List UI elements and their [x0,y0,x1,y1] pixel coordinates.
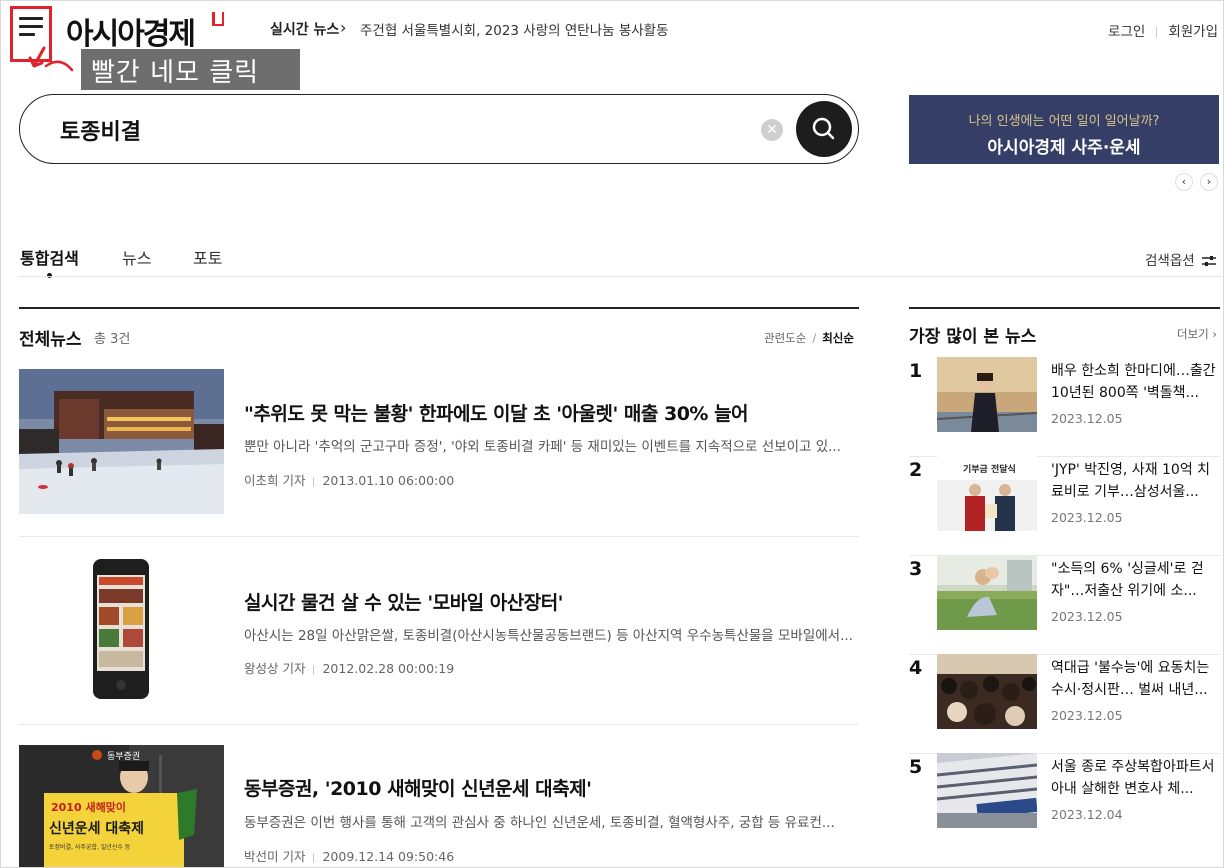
list-item[interactable]: 실시간 물건 살 수 있는 '모바일 아산장터' 아산시는 28일 아산맑은쌀,… [19,537,859,725]
article-date: 2009.12.14 09:50:46 [322,849,455,864]
article-date: 2013.01.10 06:00:00 [322,473,455,488]
sort-separator: / [812,331,817,345]
divider [313,664,315,675]
article-thumbnail[interactable] [19,557,224,702]
section-divider [19,307,859,309]
caption-text: 기부금 전달식 [963,463,1016,475]
clear-search-button[interactable]: ✕ [761,119,783,141]
article-title[interactable]: 동부증권, '2010 새해맞이 신년운세 대축제' [244,774,592,801]
tab-integrated[interactable]: 통합검색 [20,245,79,269]
article-thumbnail[interactable]: 동부증권 2010 새해맞이 신년운세 대축제 토정비결, 사주궁합, 일년신수… [19,745,224,868]
article-title[interactable]: "추위도 못 막는 불황' 한파에도 이달 초 '아울렛' 매출 30% 늘어 [244,399,749,426]
sign-text: 동부증권 [107,750,140,762]
search-options-button[interactable]: 검색옵션 [1145,249,1217,269]
instruction-annotation: 빨간 네모 클릭 [81,49,300,90]
popular-date: 2023.12.05 [1051,708,1123,723]
popular-date: 2023.12.04 [1051,807,1123,822]
account-links: 로그인 회원가입 [1108,20,1218,40]
popular-headline[interactable]: 배우 한소희 한마디에…출간 10년된 800쪽 '벽돌책... [1051,360,1219,404]
divider [1156,26,1158,38]
popular-item[interactable]: 5 서울 종로 주상복합아파트서 아내 살해한 변호사 체... 2023.12… [909,753,1220,853]
popular-thumbnail[interactable] [937,555,1037,630]
sort-latest[interactable]: 최신순 [822,331,854,345]
rank-number: 4 [909,657,923,679]
result-count: 총 3건 [94,332,131,347]
rank-number: 5 [909,756,923,778]
logo-mark-icon [212,12,224,26]
article-meta: 이초희 기자 2013.01.10 06:00:00 [244,470,454,489]
banner-next-button[interactable]: › [1200,173,1218,191]
popular-item[interactable]: 4 역대급 '불수능'에 요동치는 수시·정시판… 벌써 내년... 2023.… [909,654,1220,754]
article-summary: 뿐만 아니라 '추억의 군고구마 증정', '야외 토종비결 카페' 등 재미있… [244,439,842,455]
search-options-label: 검색옵션 [1145,253,1195,269]
search-input[interactable] [60,114,720,146]
search-icon [812,117,835,140]
search-button[interactable] [796,101,852,157]
popular-headline[interactable]: "소득의 6% '싱글세'로 걷자"…저출산 위기에 소... [1051,558,1219,602]
fortune-ad-banner[interactable]: 나의 인생에는 어떤 일이 일어날까? 아시아경제 사주·운세 [909,95,1219,164]
section-divider [909,307,1220,309]
article-thumbnail[interactable] [19,369,224,514]
article-meta: 박선미 기자 2009.12.14 09:50:46 [244,846,454,865]
signup-link[interactable]: 회원가입 [1168,24,1218,40]
popular-thumbnail[interactable]: 기부금 전달식 [937,456,1037,531]
popular-headline[interactable]: 역대급 '불수능'에 요동치는 수시·정시판… 벌써 내년... [1051,657,1219,701]
article-meta: 왕성상 기자 2012.02.28 00:00:19 [244,658,454,677]
hamburger-menu-icon[interactable] [19,17,43,37]
board-sub-text: 토정비결, 사주궁합, 일년신수 등 [49,843,131,851]
list-item[interactable]: "추위도 못 막는 불황' 한파에도 이달 초 '아울렛' 매출 30% 늘어 … [19,369,859,537]
popular-headline[interactable]: 서울 종로 주상복합아파트서 아내 살해한 변호사 체... [1051,756,1219,800]
divider [313,476,315,487]
site-logo[interactable]: 아시아경제 [66,9,196,53]
popular-date: 2023.12.05 [1051,411,1123,426]
article-reporter: 박선미 기자 [244,849,306,864]
article-summary: 아산시는 28일 아산맑은쌀, 토종비결(아산시농특산물공동브랜드) 등 아산지… [244,628,853,644]
popular-item[interactable]: 3 "소득의 6% '싱글세'로 걷자"…저출산 위기에 소... 2023.1… [909,555,1220,655]
article-title[interactable]: 실시간 물건 살 수 있는 '모바일 아산장터' [244,588,564,615]
list-item[interactable]: 동부증권 2010 새해맞이 신년운세 대축제 토정비결, 사주궁합, 일년신수… [19,745,859,868]
popular-headline[interactable]: 'JYP' 박진영, 사재 10억 치료비로 기부…삼성서울... [1051,459,1219,503]
section-title: 전체뉴스 [19,330,82,350]
rank-number: 3 [909,558,923,580]
popular-date: 2023.12.05 [1051,510,1123,525]
search-bar: ✕ [19,94,859,164]
sort-options: 관련도순 / 최신순 [764,330,854,346]
rank-number: 1 [909,360,923,382]
popular-thumbnail[interactable] [937,357,1037,432]
popular-news-title: 가장 많이 본 뉴스 [909,327,1037,347]
popular-date: 2023.12.05 [1051,609,1123,624]
realtime-news-label[interactable]: 실시간 뉴스 [270,19,339,39]
realtime-headline-link[interactable]: 주건협 서울특별시회, 2023 사랑의 연탄나눔 봉사활동 [360,19,669,39]
banner-prev-button[interactable]: ‹ [1175,173,1193,191]
banner-subtitle: 나의 인생에는 어떤 일이 일어날까? [968,114,1160,129]
chevron-right-icon: › [340,18,347,37]
article-summary: 동부증권은 이번 행사를 통해 고객의 관심사 중 하나인 신년운세, 토종비결… [244,815,835,831]
article-date: 2012.02.28 00:00:19 [322,661,455,676]
rank-number: 2 [909,459,923,481]
article-reporter: 왕성상 기자 [244,661,306,676]
tab-divider [19,276,1224,277]
sliders-icon [1202,256,1216,266]
board-year-text: 2010 새해맞이 [51,800,126,814]
popular-item[interactable]: 2 기부금 전달식 'JYP' 박진영, 사재 10억 치료비로 기부…삼성서울… [909,456,1220,556]
popular-thumbnail[interactable] [937,654,1037,729]
popular-item[interactable]: 1 배우 한소희 한마디에…출간 10년된 800쪽 '벽돌책... 2023.… [909,357,1220,457]
tab-news[interactable]: 뉴스 [122,245,151,269]
tab-photo[interactable]: 포토 [193,245,222,269]
board-title-text: 신년운세 대축제 [49,821,144,837]
login-link[interactable]: 로그인 [1108,24,1145,40]
sort-relevance[interactable]: 관련도순 [764,331,806,345]
divider [313,852,315,863]
more-link[interactable]: 더보기 › [1177,326,1217,342]
banner-title: 아시아경제 사주·운세 [987,138,1141,158]
article-reporter: 이초희 기자 [244,473,306,488]
popular-thumbnail[interactable] [937,753,1037,828]
